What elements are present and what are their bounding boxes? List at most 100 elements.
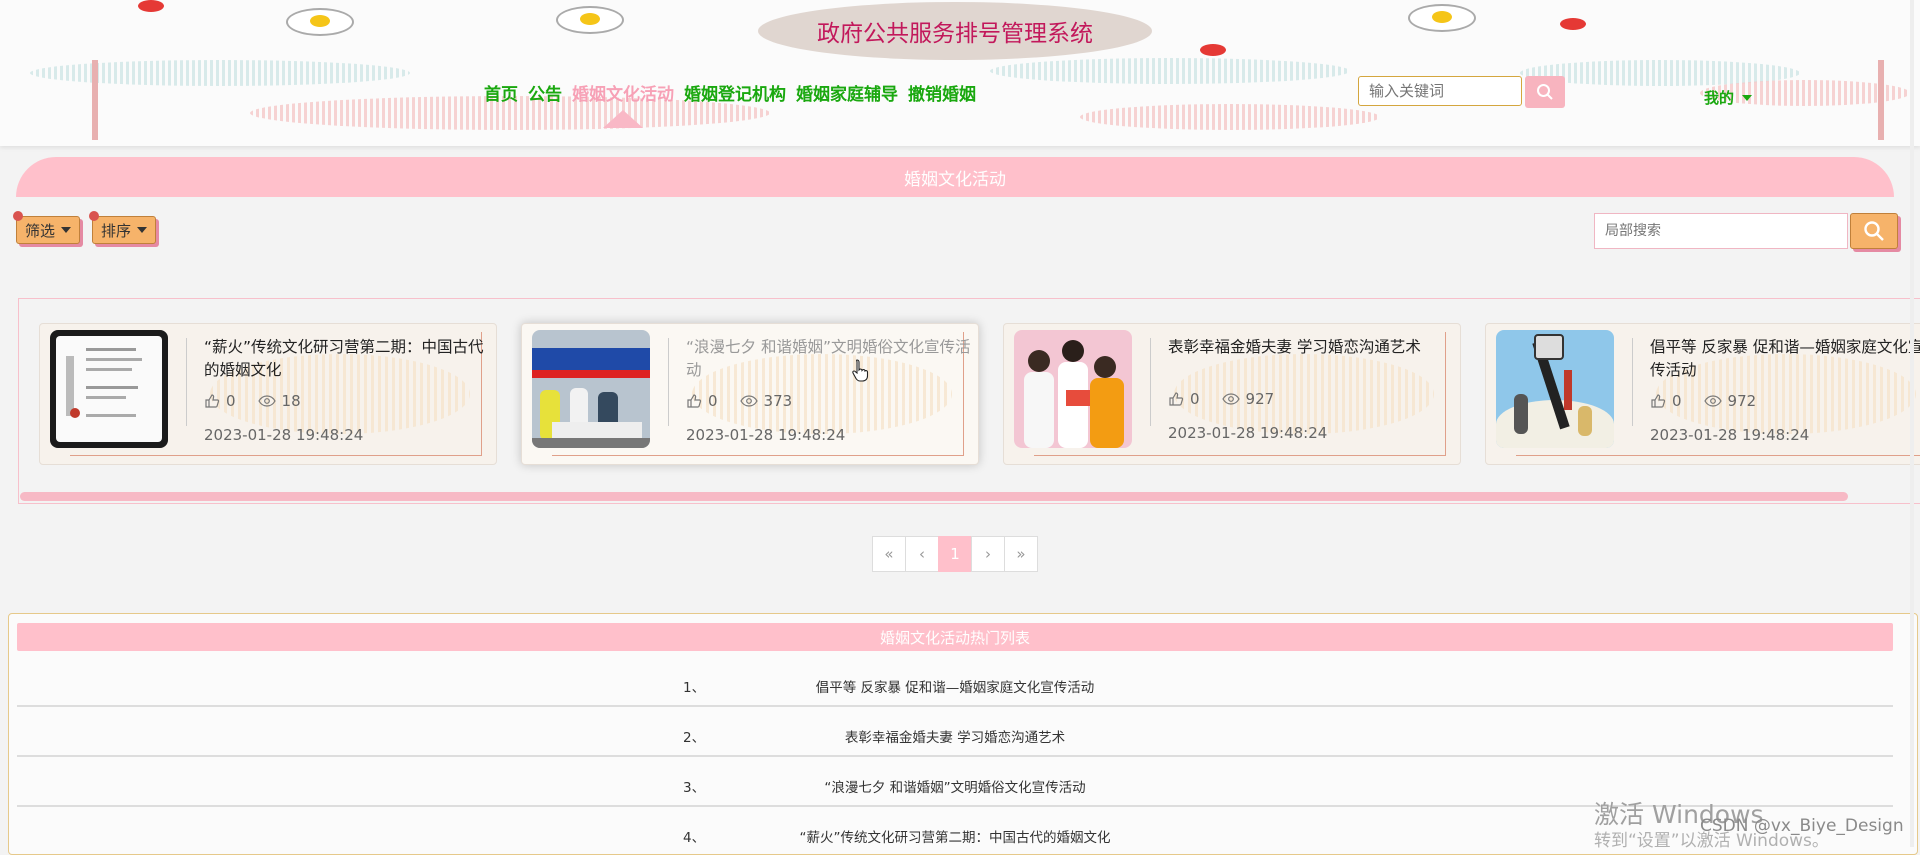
prev-page-button[interactable]: ‹: [905, 536, 939, 572]
eye-icon: [257, 395, 276, 407]
strawberry-decoration-icon: [1200, 44, 1226, 56]
header-search-input[interactable]: [1358, 76, 1522, 106]
local-search: [1594, 213, 1898, 249]
local-search-input[interactable]: [1594, 213, 1848, 249]
user-menu-label: 我的: [1704, 89, 1735, 107]
like-count: 0: [708, 392, 718, 410]
eye-icon: [1703, 395, 1722, 407]
search-icon: [1864, 221, 1884, 241]
pagination: « ‹ 1 › »: [872, 536, 1038, 572]
hot-list-item-title[interactable]: 倡平等 反家暴 促和谐—婚姻家庭文化宣传活动: [17, 676, 1893, 696]
card-divider: [186, 338, 187, 426]
site-title: 政府公共服务排号管理系统: [817, 21, 1093, 47]
stripe-decoration: [1080, 104, 1380, 130]
chevron-down-icon: [61, 227, 72, 233]
activity-card[interactable]: 倡平等 反家暴 促和谐—婚姻家庭文化宣传活动 0 972 2023-01-28 …: [1485, 323, 1920, 465]
tent-event-photo: [532, 330, 650, 448]
activity-card[interactable]: “浪漫七夕 和谐婚姻”文明婚俗文化宣传活动 0 373 2023-01-28 1…: [521, 323, 979, 465]
activity-carousel: “薪火”传统文化研习营第二期：中国古代的婚姻文化 0 18 2023-01-28…: [18, 298, 1920, 504]
thumbs-up-icon[interactable]: [686, 393, 702, 409]
hand-cursor-icon: [852, 359, 869, 382]
card-image[interactable]: [1014, 330, 1132, 448]
activity-card[interactable]: “薪火”传统文化研习营第二期：中国古代的婚姻文化 0 18 2023-01-28…: [39, 323, 497, 465]
main-nav: 首页 公告 婚姻文化活动 婚姻登记机构 婚姻家庭辅导 撤销婚姻: [484, 80, 976, 128]
card-title[interactable]: 倡平等 反家暴 促和谐—婚姻家庭文化宣传活动: [1650, 336, 1920, 382]
card-time: 2023-01-28 19:48:24: [1168, 424, 1328, 442]
search-icon: [1537, 84, 1553, 100]
card-divider: [1632, 338, 1633, 426]
card-image[interactable]: [1496, 330, 1614, 448]
section-banner: 婚姻文化活动: [16, 157, 1894, 197]
chevron-down-icon: [1742, 94, 1753, 101]
sort-label: 排序: [101, 221, 132, 240]
people-photo: [1014, 330, 1132, 448]
activity-card[interactable]: 表彰幸福金婚夫妻 学习婚恋沟通艺术 0 927 2023-01-28 19:48…: [1003, 323, 1461, 465]
card-time: 2023-01-28 19:48:24: [1650, 426, 1810, 444]
card-image[interactable]: [50, 330, 168, 448]
local-search-button[interactable]: [1850, 213, 1898, 249]
filter-button[interactable]: 筛选: [13, 211, 81, 244]
hot-list-item[interactable]: 2、 表彰幸福金婚夫妻 学习婚恋沟通艺术: [17, 706, 1893, 757]
egg-decoration-icon: [286, 8, 354, 36]
bow-decoration-icon: [13, 211, 23, 221]
nav-item-annul-marriage[interactable]: 撤销婚姻: [908, 80, 976, 105]
page-scrollbar-track[interactable]: [1910, 0, 1914, 847]
carousel-scrollbar[interactable]: [20, 492, 1848, 501]
nav-item-home[interactable]: 首页: [484, 80, 518, 105]
header-search: [1358, 76, 1565, 108]
user-menu[interactable]: 我的: [1704, 87, 1753, 108]
thumbs-up-icon[interactable]: [204, 393, 220, 409]
eye-icon: [739, 395, 758, 407]
last-page-button[interactable]: »: [1004, 536, 1038, 572]
nav-item-family-counseling[interactable]: 婚姻家庭辅导: [796, 80, 898, 105]
view-count: 927: [1245, 390, 1275, 408]
card-title[interactable]: “薪火”传统文化研习营第二期：中国古代的婚姻文化: [204, 336, 490, 382]
view-count: 373: [763, 392, 793, 410]
nav-item-notice[interactable]: 公告: [528, 80, 562, 105]
sort-button[interactable]: 排序: [89, 211, 157, 244]
card-divider: [668, 338, 669, 426]
document-photo: [56, 336, 162, 442]
next-page-button[interactable]: ›: [971, 536, 1005, 572]
card-divider: [1150, 338, 1151, 426]
hot-list-title: 婚姻文化活动热门列表: [17, 623, 1893, 651]
strawberry-decoration-icon: [138, 0, 164, 12]
hot-list-item[interactable]: 1、 倡平等 反家暴 促和谐—婚姻家庭文化宣传活动: [17, 656, 1893, 707]
thumbs-up-icon[interactable]: [1168, 391, 1184, 407]
cartoon-illustration: [1496, 330, 1614, 448]
bow-decoration-icon: [89, 211, 99, 221]
nav-item-registration-office[interactable]: 婚姻登记机构: [684, 80, 786, 105]
card-stats: 0 373: [686, 392, 792, 410]
first-page-button[interactable]: «: [872, 536, 906, 572]
like-count: 0: [1190, 390, 1200, 408]
egg-decoration-icon: [1408, 4, 1476, 32]
site-header: 政府公共服务排号管理系统 首页 公告 婚姻文化活动 婚姻登记机构 婚姻家庭辅导 …: [0, 0, 1920, 146]
card-title[interactable]: “浪漫七夕 和谐婚姻”文明婚俗文化宣传活动: [686, 336, 972, 382]
card-stats: 0 972: [1650, 392, 1756, 410]
section-title: 婚姻文化活动: [904, 169, 1006, 190]
card-title[interactable]: 表彰幸福金婚夫妻 学习婚恋沟通艺术: [1168, 336, 1454, 359]
csdn-watermark: CSDN @vx_Biye_Design: [1700, 816, 1904, 836]
header-search-button[interactable]: [1525, 76, 1565, 108]
card-stats: 0 927: [1168, 390, 1274, 408]
card-image[interactable]: [532, 330, 650, 448]
hot-list-item-title[interactable]: “浪漫七夕 和谐婚姻”文明婚俗文化宣传活动: [17, 776, 1893, 796]
card-stats: 0 18: [204, 392, 301, 410]
thumbs-up-icon[interactable]: [1650, 393, 1666, 409]
card-time: 2023-01-28 19:48:24: [686, 426, 846, 444]
egg-decoration-icon: [556, 6, 624, 34]
strawberry-decoration-icon: [1560, 18, 1586, 30]
card-time: 2023-01-28 19:48:24: [204, 426, 364, 444]
eye-icon: [1221, 393, 1240, 405]
like-count: 0: [226, 392, 236, 410]
hot-list-item-title[interactable]: 表彰幸福金婚夫妻 学习婚恋沟通艺术: [17, 726, 1893, 746]
current-page-button[interactable]: 1: [938, 536, 972, 572]
post-decoration: [1878, 60, 1884, 140]
site-title-badge: 政府公共服务排号管理系统: [758, 2, 1152, 60]
post-decoration: [92, 60, 98, 140]
view-count: 972: [1727, 392, 1757, 410]
nav-item-marriage-culture[interactable]: 婚姻文化活动: [572, 80, 674, 128]
view-count: 18: [281, 392, 301, 410]
stripe-decoration: [990, 58, 1350, 84]
like-count: 0: [1672, 392, 1682, 410]
